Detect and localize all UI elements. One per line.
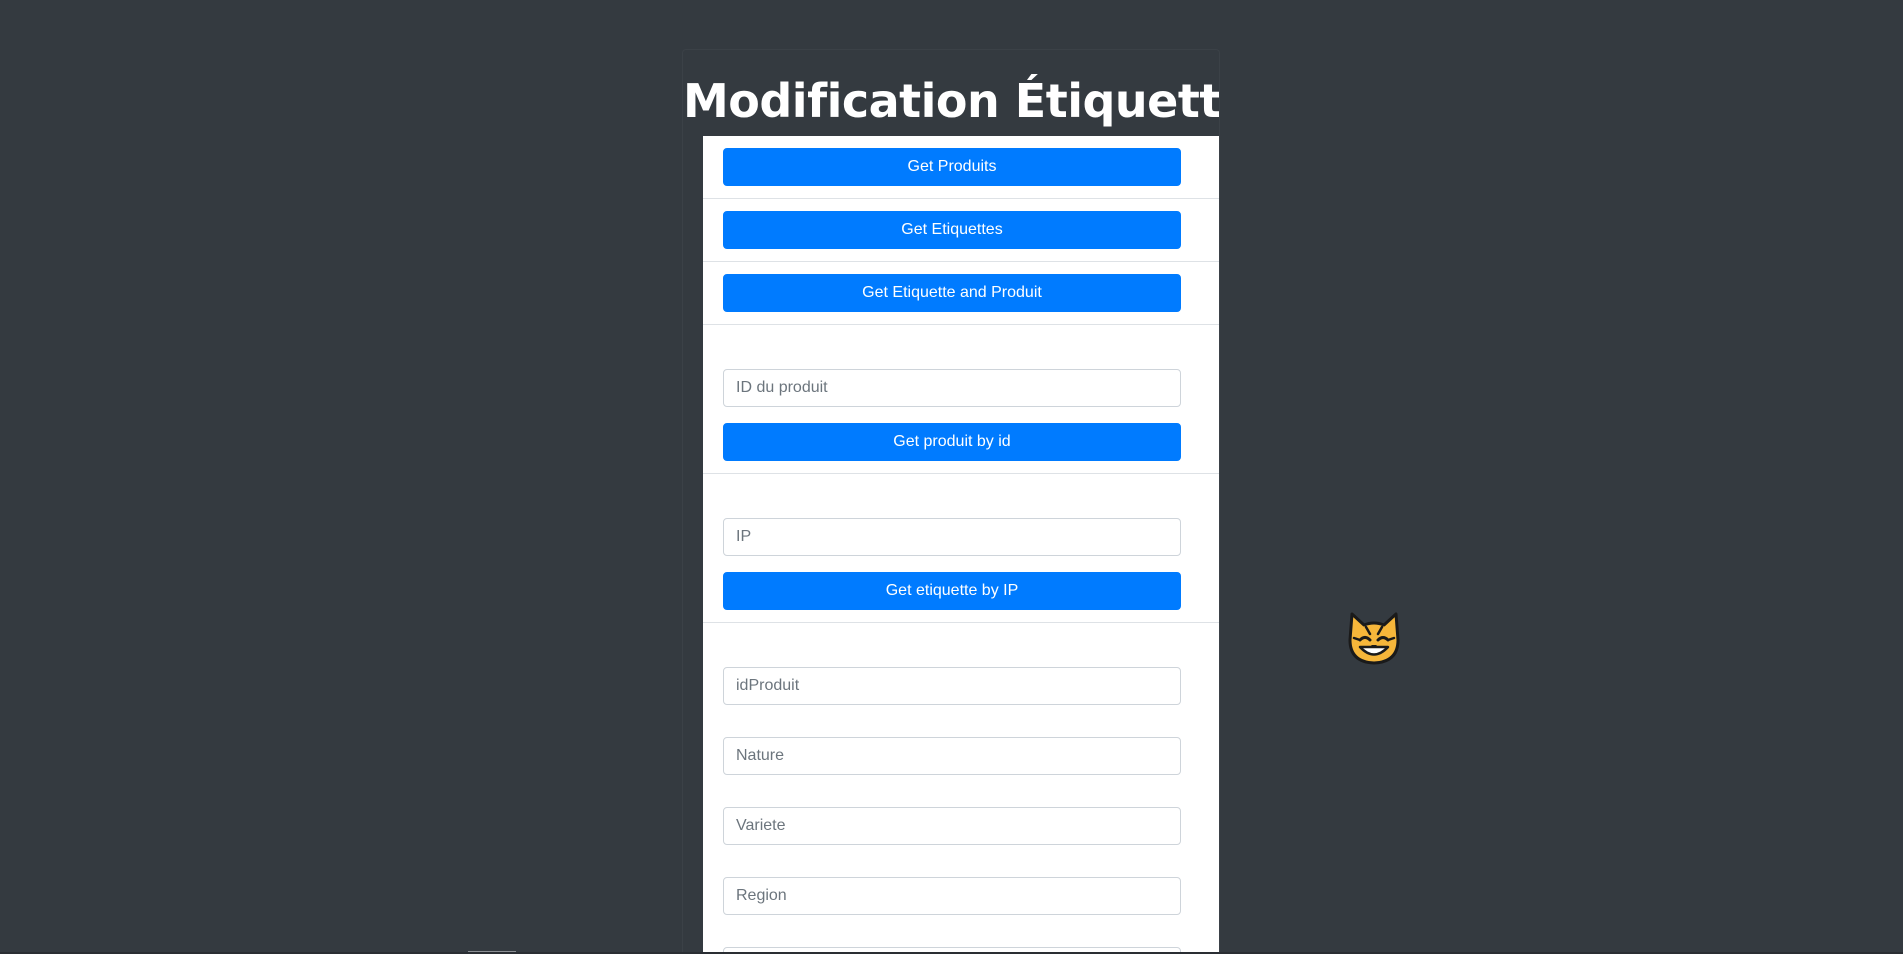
- nature-field[interactable]: [723, 737, 1181, 775]
- ip-input[interactable]: [723, 518, 1181, 556]
- produit-by-id-form: Get produit by id: [703, 325, 1219, 474]
- get-etiquette-by-ip-button[interactable]: Get etiquette by IP: [723, 572, 1181, 610]
- get-etiquette-and-produit-button[interactable]: Get Etiquette and Produit: [723, 274, 1181, 312]
- actions-panel: Get Produits Get Etiquettes Get Etiquett…: [703, 136, 1219, 954]
- etiquette-by-ip-form: Get etiquette by IP: [703, 474, 1219, 623]
- get-produit-by-id-button[interactable]: Get produit by id: [723, 423, 1181, 461]
- variete-field[interactable]: [723, 807, 1181, 845]
- region-field[interactable]: [723, 877, 1181, 915]
- produit-details-form: [703, 623, 1219, 954]
- get-etiquettes-button[interactable]: Get Etiquettes: [723, 211, 1181, 249]
- get-produits-section: Get Produits: [703, 136, 1219, 199]
- id-produit-field[interactable]: [723, 667, 1181, 705]
- main-card: Modification Étiquettes Get Produits Get…: [682, 49, 1220, 954]
- get-etiquette-and-produit-section: Get Etiquette and Produit: [703, 262, 1219, 325]
- page-title: Modification Étiquettes: [683, 74, 1220, 128]
- tiger-face-icon: [1348, 612, 1400, 665]
- id-produit-input[interactable]: [723, 369, 1181, 407]
- get-produits-button[interactable]: Get Produits: [723, 148, 1181, 186]
- get-etiquettes-section: Get Etiquettes: [703, 199, 1219, 262]
